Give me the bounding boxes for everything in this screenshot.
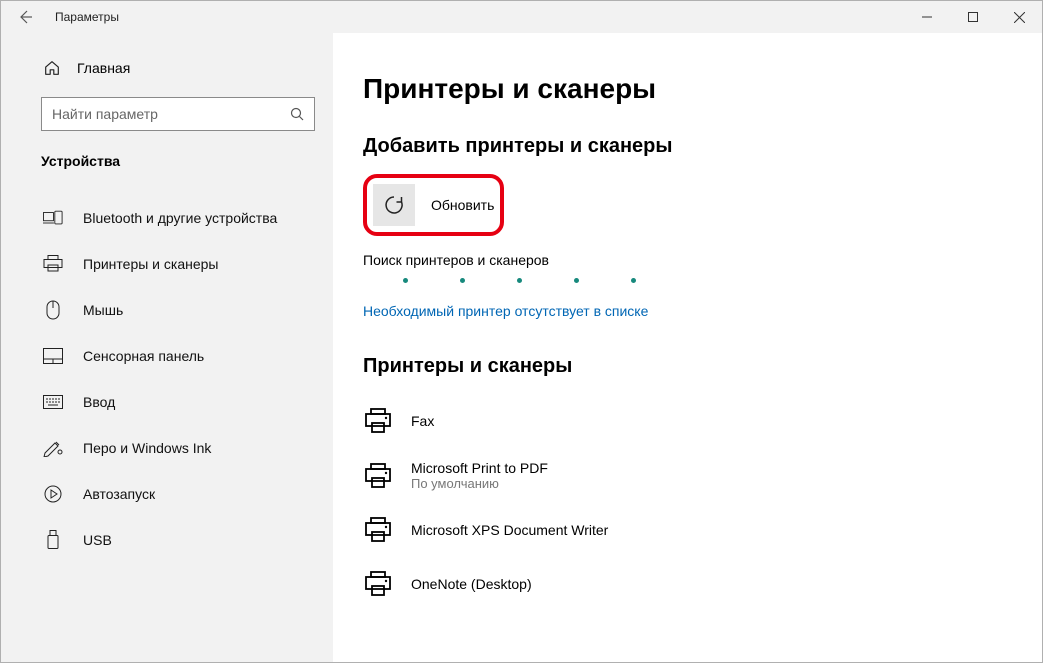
printer-device-icon	[363, 515, 393, 545]
autoplay-icon	[43, 484, 63, 504]
sidebar-item-touchpad[interactable]: Сенсорная панель	[1, 333, 333, 379]
pen-icon	[43, 438, 63, 458]
sidebar-item-label: Bluetooth и другие устройства	[83, 210, 277, 226]
home-icon	[43, 59, 61, 77]
highlight-annotation: Обновить	[363, 174, 504, 236]
category-label: Устройства	[1, 131, 333, 181]
refresh-label: Обновить	[431, 197, 494, 213]
sidebar-item-label: USB	[83, 532, 112, 548]
main-content: Принтеры и сканеры Добавить принтеры и с…	[333, 33, 1042, 662]
refresh-icon	[383, 194, 405, 216]
printer-item-xps[interactable]: Microsoft XPS Document Writer	[363, 503, 1012, 557]
minimize-button[interactable]	[904, 1, 950, 33]
printer-name: Fax	[411, 413, 434, 429]
sidebar-item-label: Сенсорная панель	[83, 348, 204, 364]
sidebar-item-mouse[interactable]: Мышь	[1, 287, 333, 333]
mouse-icon	[43, 300, 63, 320]
arrow-left-icon	[17, 9, 33, 25]
add-section-title: Добавить принтеры и сканеры	[363, 135, 1012, 158]
sidebar-item-pen[interactable]: Перо и Windows Ink	[1, 425, 333, 471]
touchpad-icon	[43, 346, 63, 366]
sidebar-item-label: Ввод	[83, 394, 115, 410]
sidebar-item-typing[interactable]: Ввод	[1, 379, 333, 425]
sidebar-item-label: Автозапуск	[83, 486, 155, 502]
sidebar-item-label: Мышь	[83, 302, 123, 318]
printer-icon	[43, 254, 63, 274]
window-controls	[904, 1, 1042, 33]
close-button[interactable]	[996, 1, 1042, 33]
searching-text: Поиск принтеров и сканеров	[363, 252, 1012, 268]
sidebar-item-label: Перо и Windows Ink	[83, 440, 211, 456]
back-button[interactable]	[1, 1, 49, 33]
printer-item-pdf[interactable]: Microsoft Print to PDF По умолчанию	[363, 448, 1012, 503]
list-section-title: Принтеры и сканеры	[363, 355, 1012, 378]
progress-dots	[403, 278, 1012, 283]
search-box[interactable]	[41, 97, 315, 131]
maximize-button[interactable]	[950, 1, 996, 33]
sidebar-item-usb[interactable]: USB	[1, 517, 333, 563]
sidebar-item-autoplay[interactable]: Автозапуск	[1, 471, 333, 517]
printer-sublabel: По умолчанию	[411, 476, 548, 491]
close-icon	[1014, 12, 1025, 23]
maximize-icon	[968, 12, 978, 22]
printer-item-fax[interactable]: Fax	[363, 394, 1012, 448]
sidebar-item-bluetooth[interactable]: Bluetooth и другие устройства	[1, 195, 333, 241]
home-nav[interactable]: Главная	[1, 53, 333, 87]
sidebar: Главная Устройства Bluetooth и другие ус…	[1, 33, 333, 662]
titlebar: Параметры	[1, 1, 1042, 33]
printer-name: Microsoft Print to PDF	[411, 460, 548, 476]
printer-device-icon	[363, 461, 393, 491]
printer-device-icon	[363, 406, 393, 436]
search-input[interactable]	[42, 106, 280, 122]
usb-icon	[43, 530, 63, 550]
sidebar-item-label: Принтеры и сканеры	[83, 256, 218, 272]
refresh-button[interactable]: Обновить	[373, 184, 494, 226]
printer-item-onenote[interactable]: OneNote (Desktop)	[363, 557, 1012, 611]
printer-device-icon	[363, 569, 393, 599]
settings-window: Параметры Главная	[0, 0, 1043, 663]
devices-icon	[43, 208, 63, 228]
printer-name: OneNote (Desktop)	[411, 576, 532, 592]
home-label: Главная	[77, 60, 130, 76]
keyboard-icon	[43, 392, 63, 412]
window-title: Параметры	[55, 10, 119, 24]
sidebar-item-printers[interactable]: Принтеры и сканеры	[1, 241, 333, 287]
minimize-icon	[922, 12, 932, 22]
page-title: Принтеры и сканеры	[363, 73, 1012, 105]
printer-not-listed-link[interactable]: Необходимый принтер отсутствует в списке	[363, 303, 648, 319]
printer-name: Microsoft XPS Document Writer	[411, 522, 608, 538]
search-icon	[280, 106, 314, 122]
